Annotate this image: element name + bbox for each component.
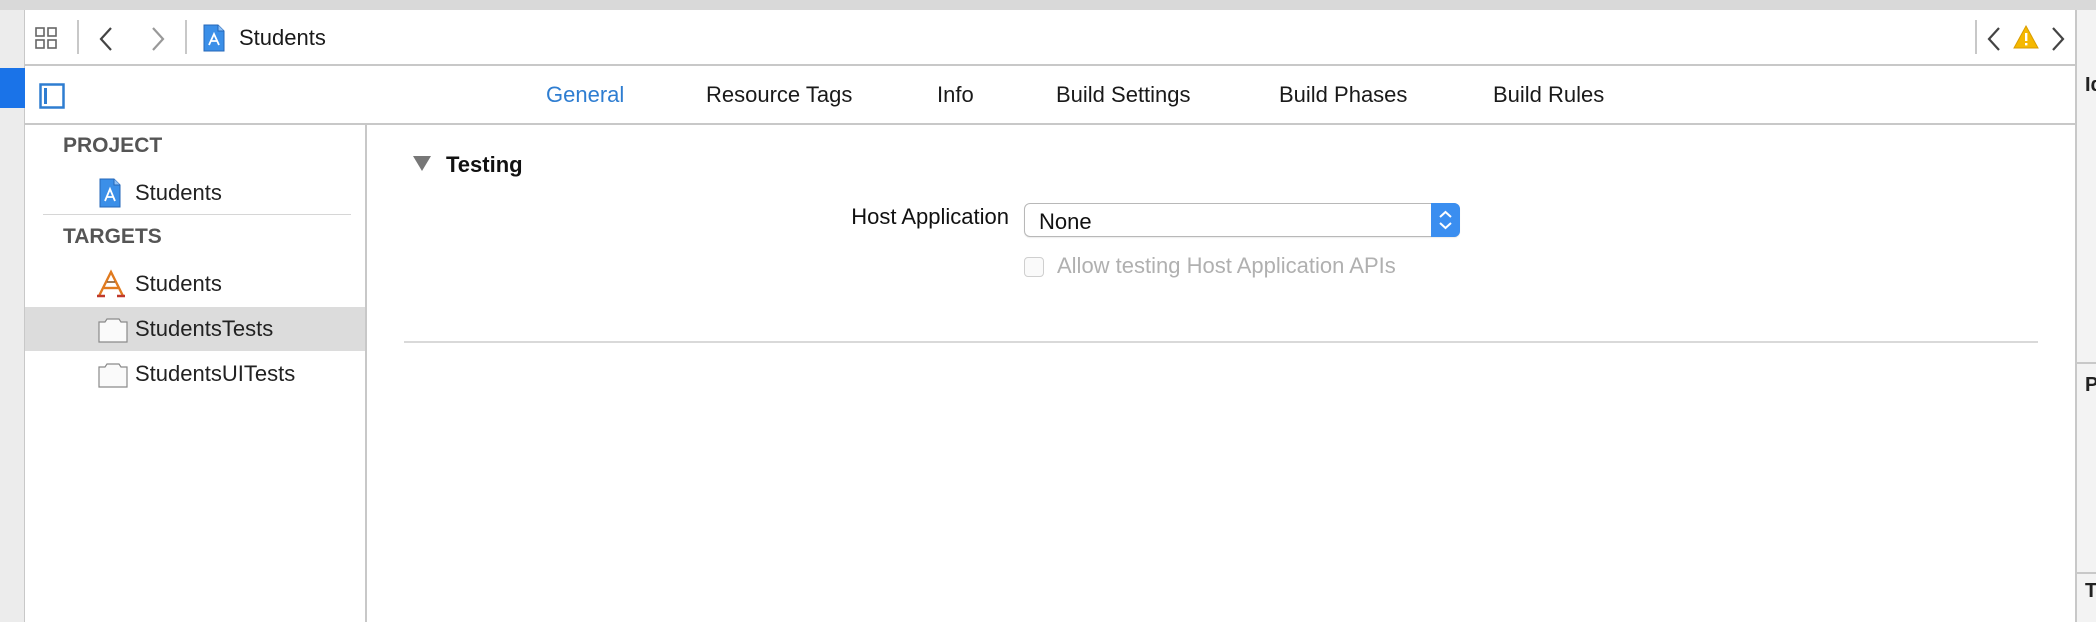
general-settings-content: Testing Host Application None Allow test… bbox=[369, 127, 2073, 622]
testing-section-title: Testing bbox=[446, 152, 523, 177]
sidebar-item-label: StudentsUITests bbox=[135, 361, 296, 386]
editor-tab-bar: General Resource Tags Info Build Setting… bbox=[25, 66, 2075, 125]
tab-resource-tags[interactable]: Resource Tags bbox=[706, 82, 852, 108]
issue-back-chevron-icon[interactable] bbox=[1985, 25, 2003, 53]
warning-icon[interactable] bbox=[2013, 24, 2039, 50]
tab-info[interactable]: Info bbox=[937, 82, 974, 108]
inspector-divider bbox=[2077, 572, 2096, 574]
breadcrumb-project[interactable]: Students bbox=[239, 25, 326, 51]
grid-icon[interactable] bbox=[35, 27, 57, 49]
disclosure-triangle-icon[interactable] bbox=[413, 156, 431, 171]
inspector-truncated-label: P bbox=[2085, 374, 2096, 396]
sidebar-toggle-icon[interactable] bbox=[39, 83, 65, 109]
allow-testing-checkbox[interactable] bbox=[1024, 257, 1044, 277]
inspector-truncated-label: Id bbox=[2085, 74, 2096, 96]
sidebar-item-target-students[interactable]: Students bbox=[25, 262, 365, 306]
test-bundle-icon bbox=[97, 314, 129, 344]
xcode-project-icon bbox=[202, 24, 226, 52]
allow-testing-label: Allow testing Host Application APIs bbox=[1057, 253, 1396, 278]
back-chevron-icon[interactable] bbox=[97, 25, 115, 53]
sidebar-item-label: Students bbox=[135, 180, 222, 205]
sidebar-item-target-studentstests[interactable]: StudentsTests bbox=[25, 307, 365, 351]
navigator-edge bbox=[0, 10, 25, 622]
app-target-icon bbox=[95, 269, 125, 299]
project-section-header: PROJECT bbox=[63, 134, 163, 157]
host-application-popup[interactable]: None bbox=[1024, 203, 1460, 237]
project-file-icon bbox=[97, 178, 127, 208]
sidebar-divider bbox=[43, 214, 351, 215]
inspector-truncated-label: T bbox=[2085, 580, 2096, 602]
tab-build-phases[interactable]: Build Phases bbox=[1279, 82, 1407, 108]
section-divider bbox=[404, 341, 2038, 343]
sidebar-item-project-students[interactable]: Students bbox=[25, 171, 365, 215]
project-target-list: PROJECT Students TARGETS Students Studen… bbox=[25, 125, 367, 622]
tab-build-settings[interactable]: Build Settings bbox=[1056, 82, 1191, 108]
popup-stepper-icon bbox=[1431, 203, 1460, 237]
sidebar-item-label: Students bbox=[135, 271, 222, 296]
tab-build-rules[interactable]: Build Rules bbox=[1493, 82, 1604, 108]
navigator-selection-marker bbox=[0, 68, 25, 108]
host-application-label: Host Application bbox=[851, 204, 1009, 229]
issue-forward-chevron-icon[interactable] bbox=[2049, 25, 2067, 53]
window-top-strip bbox=[0, 0, 2096, 10]
forward-chevron-icon[interactable] bbox=[149, 25, 167, 53]
targets-section-header: TARGETS bbox=[63, 225, 162, 248]
host-application-value: None bbox=[1039, 209, 1092, 234]
tab-general[interactable]: General bbox=[546, 82, 624, 108]
inspector-edge: Id P T bbox=[2075, 10, 2096, 622]
jump-bar: Students bbox=[25, 10, 2075, 66]
sidebar-item-target-studentsuitests[interactable]: StudentsUITests bbox=[25, 352, 365, 396]
sidebar-item-label: StudentsTests bbox=[135, 316, 274, 341]
inspector-divider bbox=[2077, 362, 2096, 364]
test-bundle-icon bbox=[97, 359, 129, 389]
